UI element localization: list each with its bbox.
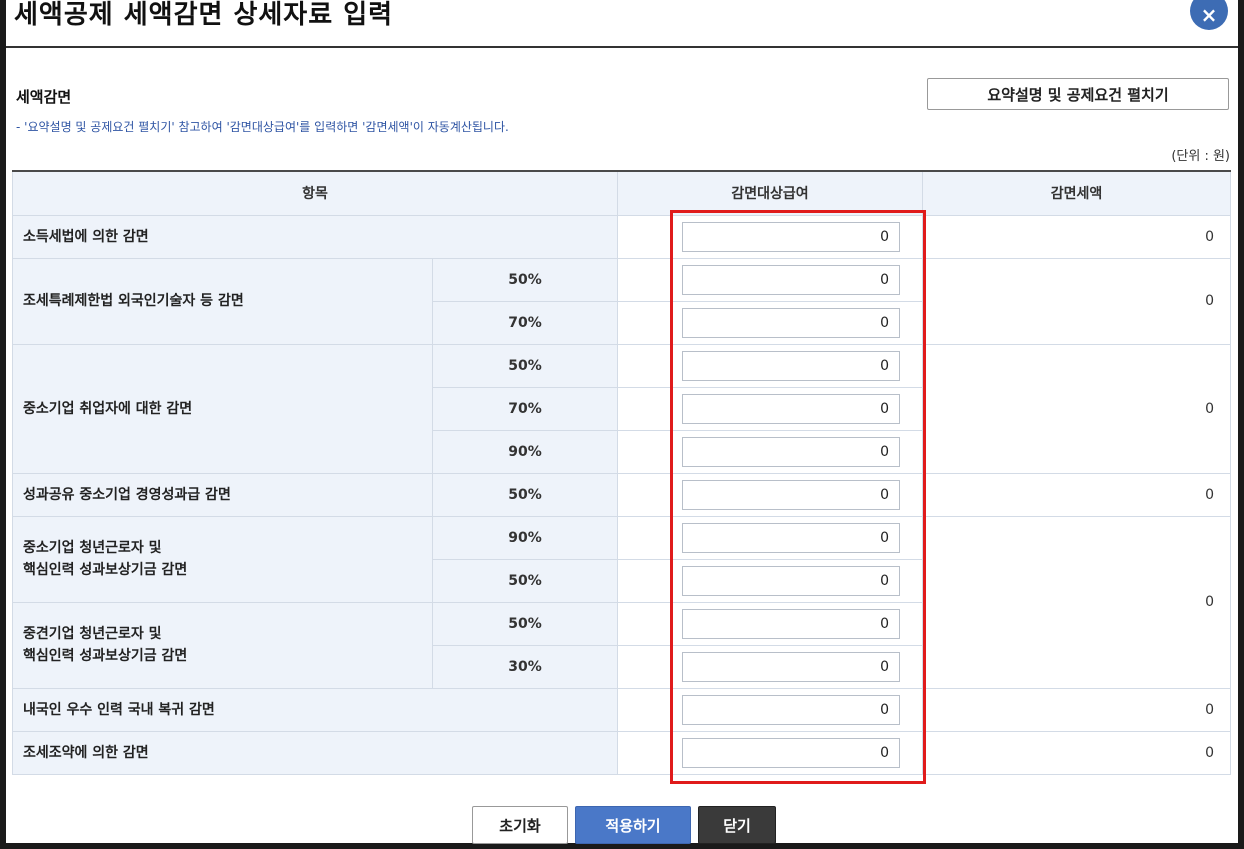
tax-value: 0 bbox=[922, 687, 1232, 732]
row-label: 소득세법에 의한 감면 bbox=[11, 214, 619, 259]
rate-label: 50% bbox=[431, 601, 619, 646]
target-pay-input[interactable] bbox=[682, 350, 901, 381]
close-icon[interactable]: × bbox=[1190, 0, 1228, 30]
rate-label: 90% bbox=[431, 515, 619, 560]
rate-label: 50% bbox=[431, 257, 619, 302]
dialog-title: 세액공제 세액감면 상세자료 입력 bbox=[14, 0, 394, 30]
rate-label: 50% bbox=[431, 472, 619, 517]
target-pay-input[interactable] bbox=[682, 436, 901, 467]
row-label: 중소기업 청년근로자 및 핵심인력 성과보상기금 감면 bbox=[12, 515, 433, 603]
rate-label: 50% bbox=[431, 558, 619, 603]
row-label: 조세조약에 의한 감면 bbox=[11, 730, 619, 775]
row-label: 조세특례제한법 외국인기술자 등 감면 bbox=[12, 257, 433, 345]
row-label: 성과공유 중소기업 경영성과급 감면 bbox=[12, 472, 433, 517]
close-button[interactable]: 닫기 bbox=[698, 806, 776, 844]
table-row: 내국인 우수 인력 국내 복귀 감면 0 bbox=[11, 687, 1232, 732]
target-pay-input[interactable] bbox=[682, 221, 901, 252]
target-pay-input[interactable] bbox=[682, 737, 901, 768]
dialog-frame-left bbox=[0, 0, 6, 849]
target-pay-input[interactable] bbox=[682, 479, 901, 510]
row-label: 내국인 우수 인력 국내 복귀 감면 bbox=[11, 687, 619, 732]
tax-value: 0 bbox=[922, 257, 1232, 345]
tax-value: 0 bbox=[922, 730, 1232, 775]
rate-label: 30% bbox=[431, 644, 619, 689]
reset-button[interactable]: 초기화 bbox=[472, 806, 568, 844]
target-pay-input[interactable] bbox=[682, 264, 901, 295]
guide-note: - '요약설명 및 공제요건 펼치기' 참고하여 '감면대상급여'를 입력하면 … bbox=[16, 120, 509, 134]
table-row: 중소기업 취업자에 대한 감면 50% 0 bbox=[12, 343, 1232, 474]
target-pay-input[interactable] bbox=[682, 565, 901, 596]
table-row: 성과공유 중소기업 경영성과급 감면 50% 0 bbox=[12, 472, 1232, 517]
target-pay-input[interactable] bbox=[682, 307, 901, 338]
rate-label: 90% bbox=[431, 429, 619, 474]
unit-label: (단위 : 원) bbox=[1171, 149, 1230, 164]
tax-value: 0 bbox=[922, 343, 1232, 474]
rate-label: 50% bbox=[431, 343, 619, 388]
target-pay-input[interactable] bbox=[682, 393, 901, 424]
table-row: 중소기업 청년근로자 및 핵심인력 성과보상기금 감면 90% 0 bbox=[12, 515, 1232, 689]
rate-label: 70% bbox=[431, 300, 619, 345]
tax-value: 0 bbox=[922, 214, 1232, 259]
tax-reduction-table: 항목 감면대상급여 감면세액 소득세법에 의한 감면 0 조세특례제한법 외국인… bbox=[11, 170, 1232, 775]
dialog-frame-right bbox=[1238, 0, 1244, 849]
row-label: 중견기업 청년근로자 및 핵심인력 성과보상기금 감면 bbox=[12, 601, 433, 689]
header-item: 항목 bbox=[11, 170, 619, 216]
apply-button[interactable]: 적용하기 bbox=[575, 806, 691, 844]
row-label: 중소기업 취업자에 대한 감면 bbox=[12, 343, 433, 474]
target-pay-input[interactable] bbox=[682, 608, 901, 639]
rate-label: 70% bbox=[431, 386, 619, 431]
target-pay-input[interactable] bbox=[682, 522, 901, 553]
table-row: 조세조약에 의한 감면 0 bbox=[11, 730, 1232, 775]
table-row: 조세특례제한법 외국인기술자 등 감면 50% 0 bbox=[12, 257, 1232, 345]
header-tax-reduction: 감면세액 bbox=[922, 170, 1232, 216]
title-divider bbox=[6, 46, 1238, 48]
tax-value: 0 bbox=[922, 515, 1232, 689]
section-title: 세액감면 bbox=[16, 88, 72, 106]
target-pay-input[interactable] bbox=[682, 694, 901, 725]
tax-value: 0 bbox=[922, 472, 1232, 517]
header-target-pay: 감면대상급여 bbox=[617, 170, 924, 216]
expand-summary-button[interactable]: 요약설명 및 공제요건 펼치기 bbox=[927, 78, 1229, 110]
target-pay-input[interactable] bbox=[682, 651, 901, 682]
table-row: 소득세법에 의한 감면 0 bbox=[11, 214, 1232, 259]
